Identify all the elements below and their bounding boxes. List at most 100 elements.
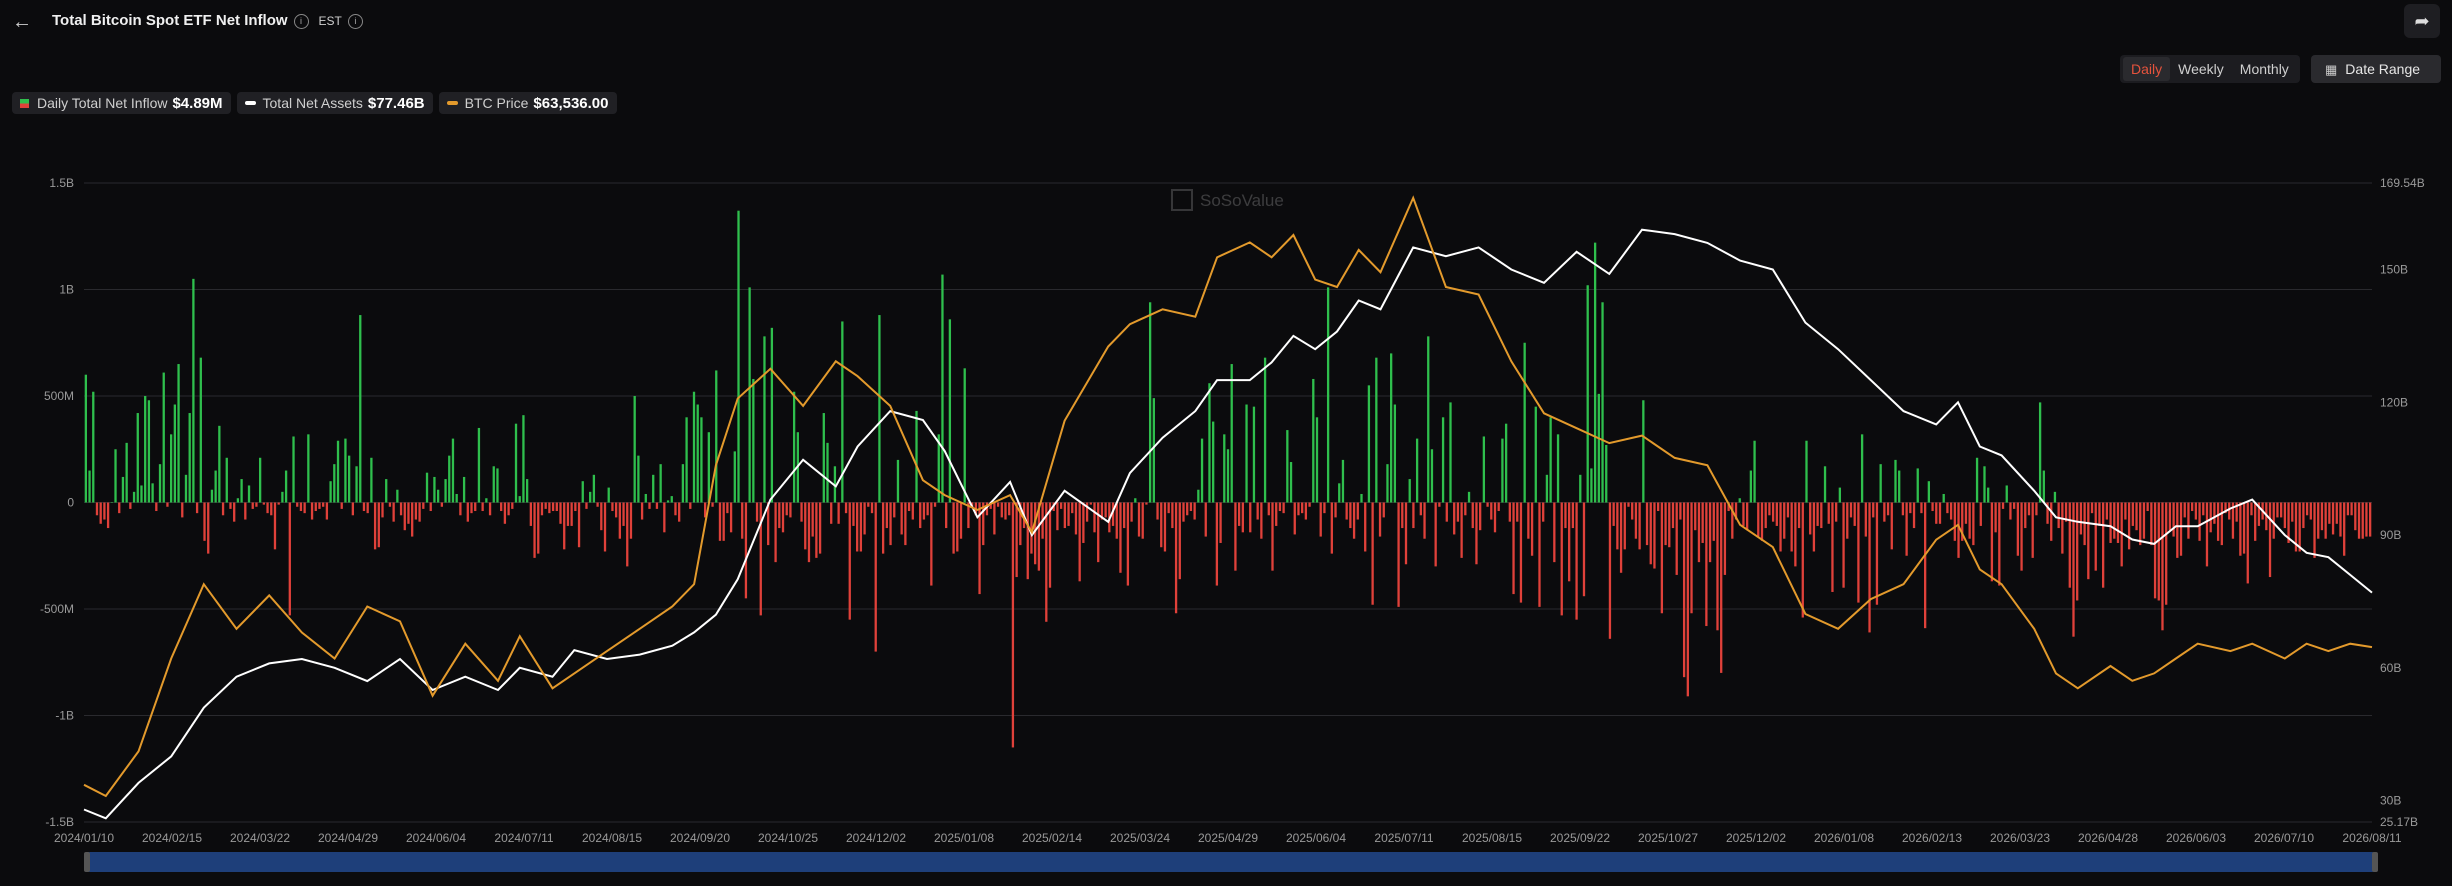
navigator-right-handle (2372, 852, 2378, 872)
inflow-bar (1390, 353, 1393, 503)
inflow-bar (333, 464, 336, 503)
inflow-bar (466, 502, 469, 522)
inflow-bar (1208, 383, 1211, 503)
inflow-bar (1901, 502, 1905, 516)
x-tick-label: 2024/06/04 (406, 831, 466, 845)
inflow-bar (1586, 285, 1589, 503)
inflow-bar (1123, 502, 1126, 529)
inflow-bar (103, 502, 106, 520)
inflow-bar (729, 502, 733, 533)
inflow-bar (1516, 502, 1519, 522)
inflow-bar (1582, 502, 1586, 597)
inflow-bar (770, 327, 774, 503)
inflow-bar (340, 502, 343, 509)
inflow-bar (856, 502, 859, 552)
inflow-bar (462, 476, 466, 503)
inflow-bar (763, 336, 766, 503)
inflow-bar (158, 464, 162, 503)
inflow-chart[interactable]: 1.5B 1B 500M 0 -500M -1B -1.5B 169.54B 150B 120B… (0, 0, 2452, 886)
inflow-bar (2209, 502, 2212, 533)
inflow-bar (1148, 302, 1152, 503)
inflow-bar (344, 438, 347, 503)
inflow-bar (1860, 434, 1864, 503)
y-right-tick-label: 90B (2380, 528, 2401, 542)
inflow-bar (900, 502, 903, 535)
inflow-bar (1197, 489, 1200, 503)
inflow-bar (956, 502, 959, 552)
inflow-bar (1805, 440, 1808, 503)
inflow-bar (1786, 502, 1790, 518)
inflow-bar (1167, 502, 1170, 514)
x-tick-label: 2024/04/29 (318, 831, 378, 845)
inflow-bar (574, 502, 577, 512)
inflow-bar (1271, 502, 1274, 571)
inflow-bar (904, 502, 907, 546)
inflow-bar (1171, 502, 1174, 529)
inflow-bar (1319, 502, 1322, 537)
inflow-bar (566, 502, 570, 526)
inflow-bar (370, 457, 373, 503)
inflow-bar (1649, 502, 1652, 565)
inflow-bar (2335, 502, 2338, 524)
inflow-bar (2102, 502, 2105, 588)
inflow-bar (1968, 502, 1971, 539)
inflow-bar (1312, 378, 1315, 503)
inflow-bar (1812, 502, 1816, 552)
inflow-bar (1935, 502, 1938, 524)
inflow-bar (2001, 502, 2005, 509)
inflow-bar (177, 364, 180, 503)
inflow-bar (1842, 502, 1845, 588)
inflow-bar (911, 502, 914, 520)
inflow-bar (1909, 502, 1912, 514)
inflow-bar (1575, 502, 1578, 620)
inflow-bar (1530, 502, 1534, 556)
inflow-bar (1783, 502, 1786, 539)
inflow-bar (1601, 302, 1604, 503)
inflow-bar (1975, 457, 1979, 503)
inflow-bar (1953, 502, 1956, 541)
inflow-bar (1434, 502, 1437, 567)
inflow-bar (1898, 470, 1901, 503)
inflow-bar (1360, 493, 1363, 503)
inflow-bar (963, 368, 966, 503)
inflow-bar (2268, 502, 2272, 578)
inflow-bar (1627, 502, 1630, 507)
inflow-bar (1438, 502, 1441, 507)
inflow-bar (500, 502, 503, 512)
inflow-bar (2313, 502, 2316, 558)
inflow-bar (1542, 502, 1545, 522)
inflow-bar (1964, 502, 1968, 524)
y-left-tick-label: -500M (40, 602, 74, 616)
inflow-bar (173, 404, 176, 503)
inflow-bar (1853, 502, 1856, 526)
inflow-bar (1608, 502, 1612, 639)
inflow-bar (203, 502, 206, 541)
inflow-bar (1011, 502, 1015, 748)
inflow-bar (318, 502, 321, 509)
y-right-tick-label: 60B (2380, 661, 2401, 675)
x-tick-label: 2025/09/22 (1550, 831, 1610, 845)
inflow-bar (1415, 438, 1419, 503)
inflow-bar (1705, 502, 1708, 627)
inflow-bar (1623, 502, 1626, 550)
inflow-bar (166, 502, 169, 507)
inflow-bar (1682, 502, 1686, 678)
inflow-bar (251, 502, 254, 509)
inflow-bar (2016, 502, 2020, 556)
inflow-bar (1605, 444, 1608, 503)
inflow-bar (548, 502, 551, 514)
inflow-bar (818, 502, 822, 554)
inflow-bar (1367, 385, 1371, 503)
inflow-bar (2172, 502, 2175, 537)
inflow-bar (1193, 502, 1196, 520)
inflow-bar (1263, 357, 1267, 503)
inflow-bar (270, 502, 273, 516)
inflow-bar (1686, 502, 1689, 697)
inflow-bar (1134, 498, 1137, 503)
inflow-bar (507, 502, 510, 516)
inflow-bar (1130, 502, 1133, 522)
inflow-bar (2179, 502, 2183, 556)
range-navigator (84, 852, 2378, 872)
inflow-bar (284, 470, 288, 503)
inflow-bar (1412, 502, 1415, 529)
